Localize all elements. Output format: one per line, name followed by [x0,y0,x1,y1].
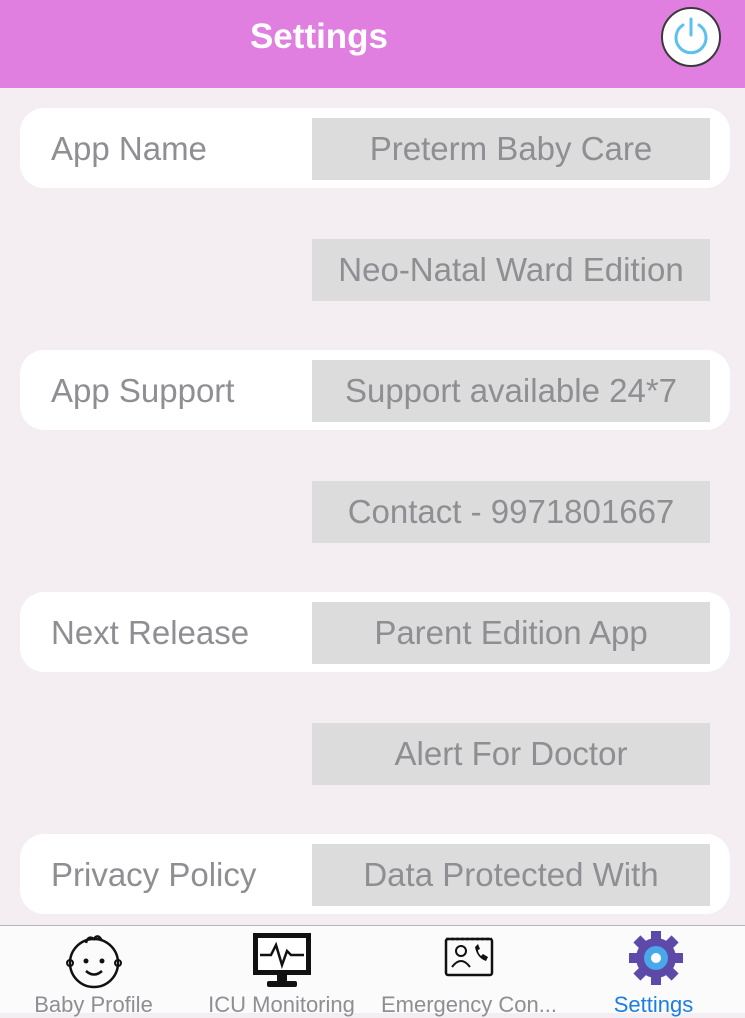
row-value-support: Support available 24*7 [312,360,710,422]
row-value-next-release: Parent Edition App [312,602,710,664]
tab-settings[interactable]: Settings [562,926,745,1017]
tab-label-icu-monitoring: ICU Monitoring [208,992,355,1017]
power-icon [674,17,708,55]
tab-icu-monitoring[interactable]: ICU Monitoring [187,926,376,1017]
baby-face-icon [66,935,122,989]
page-title: Settings [249,17,389,56]
tab-label-emergency-contacts: Emergency Con... [380,992,558,1017]
tab-label-baby-profile: Baby Profile [34,992,153,1017]
row-value-app-name: Preterm Baby Care [312,118,710,180]
heart-monitor-icon [253,933,311,987]
row-value-alert: Alert For Doctor [312,723,710,785]
gear-icon [629,931,683,985]
row-label-app-support: App Support [51,372,235,409]
tab-emergency-contacts[interactable]: Emergency Con... [376,926,562,1017]
tab-label-settings: Settings [613,992,694,1017]
row-value-privacy: Data Protected With [312,844,710,906]
row-label-next-release: Next Release [51,614,250,651]
power-button[interactable] [661,7,721,67]
tab-bar: Baby Profile ICU Monitoring Emergency Co… [0,925,745,1017]
nav-header: Settings [0,0,745,88]
row-value-contact[interactable]: Contact - 9971801667 [312,481,710,543]
row-label-app-name: App Name [51,130,207,167]
row-label-privacy-policy: Privacy Policy [51,856,257,893]
contact-card-icon [444,937,494,977]
tab-baby-profile[interactable]: Baby Profile [0,926,187,1017]
row-value-edition: Neo-Natal Ward Edition [312,239,710,301]
